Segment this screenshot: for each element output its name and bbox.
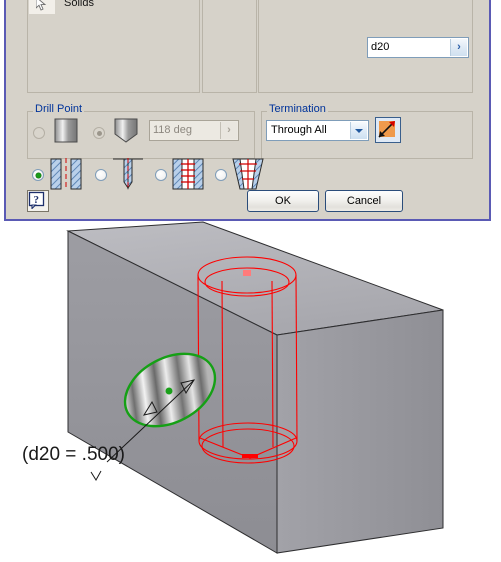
holes-dialog: Solids d20 › Drill Point 118 deg › Termi… — [4, 0, 491, 221]
hole-diameter-value: d20 — [371, 41, 390, 53]
termination-label: Termination — [267, 103, 328, 115]
flip-direction-icon — [378, 121, 395, 138]
radio-simple-hole[interactable] — [32, 169, 44, 181]
chevron-down-icon — [355, 129, 363, 133]
radio-clearance-hole[interactable] — [95, 169, 107, 181]
angle-drill-point-icon[interactable] — [112, 118, 140, 144]
drill-point-angle-input[interactable]: 118 deg › — [149, 120, 239, 141]
simple-hole-icon[interactable] — [50, 158, 82, 190]
flip-direction-button[interactable] — [375, 117, 401, 143]
hole-tip-marker — [242, 454, 258, 458]
clearance-hole-icon[interactable] — [112, 158, 144, 190]
termination-dropdown-button[interactable] — [350, 122, 367, 139]
drill-point-angle-value: 118 deg — [153, 124, 192, 136]
select-solids-button[interactable] — [28, 0, 56, 15]
ok-button[interactable]: OK — [247, 190, 319, 212]
help-button[interactable]: ? — [27, 190, 49, 212]
hole-shape-groupbox — [202, 0, 257, 93]
hole-center-point — [243, 270, 251, 276]
svg-text:?: ? — [34, 194, 40, 206]
radio-taper-tapped-hole[interactable] — [215, 169, 227, 181]
radio-tapped-hole[interactable] — [155, 169, 167, 181]
help-question-icon: ? — [28, 191, 45, 210]
dimension-value-label: (d20 = .500) — [22, 444, 125, 465]
radio-drill-point-angle[interactable] — [93, 127, 105, 139]
hole-diameter-input[interactable]: d20 › — [367, 37, 469, 58]
face-center-dot — [165, 387, 173, 395]
termination-select[interactable]: Through All — [266, 120, 369, 141]
cancel-button[interactable]: Cancel — [325, 190, 403, 212]
hole-diameter-spin-button[interactable]: › — [450, 39, 467, 56]
tapped-hole-icon[interactable] — [172, 158, 204, 190]
solids-label: Solids — [64, 0, 94, 9]
radio-drill-point-flat[interactable] — [33, 127, 45, 139]
flat-drill-point-icon[interactable] — [52, 118, 80, 144]
drill-point-label: Drill Point — [33, 103, 85, 115]
taper-tapped-hole-icon[interactable] — [232, 158, 264, 190]
arrow-select-icon — [36, 0, 47, 11]
termination-selected-value: Through All — [271, 124, 327, 136]
drill-point-angle-spin-button[interactable]: › — [220, 122, 237, 139]
